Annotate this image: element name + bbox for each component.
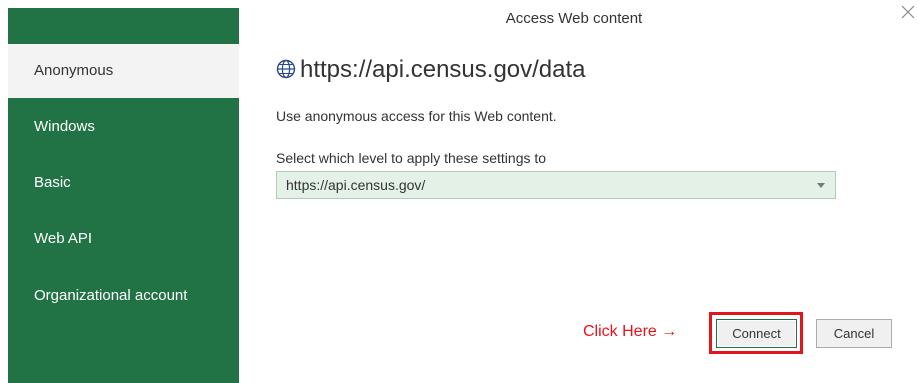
cancel-button[interactable]: Cancel	[816, 319, 892, 348]
level-label: Select which level to apply these settin…	[276, 150, 547, 166]
sidebar-item-windows[interactable]: Windows	[8, 100, 239, 154]
close-icon[interactable]	[900, 4, 916, 20]
sidebar-item-basic[interactable]: Basic	[8, 156, 239, 210]
sidebar-item-web-api[interactable]: Web API	[8, 212, 239, 266]
sidebar-item-anonymous[interactable]: Anonymous	[8, 44, 239, 98]
auth-method-sidebar: Anonymous Windows Basic Web API Organiza…	[8, 8, 239, 383]
dialog-title: Access Web content	[505, 10, 643, 27]
url-heading: https://api.census.gov/data	[276, 56, 586, 84]
level-select[interactable]: https://api.census.gov/	[276, 171, 836, 199]
click-here-annotation: Click Here →	[583, 323, 678, 340]
access-description: Use anonymous access for this Web conten…	[276, 108, 557, 124]
access-web-content-dialog: Anonymous Windows Basic Web API Organiza…	[0, 0, 918, 383]
chevron-down-icon[interactable]	[817, 183, 825, 188]
globe-icon	[276, 56, 300, 83]
url-text: https://api.census.gov/data	[300, 56, 586, 83]
connect-button[interactable]: Connect	[716, 319, 797, 348]
level-select-value: https://api.census.gov/	[286, 177, 426, 193]
sidebar-item-organizational-account[interactable]: Organizational account	[8, 269, 239, 323]
